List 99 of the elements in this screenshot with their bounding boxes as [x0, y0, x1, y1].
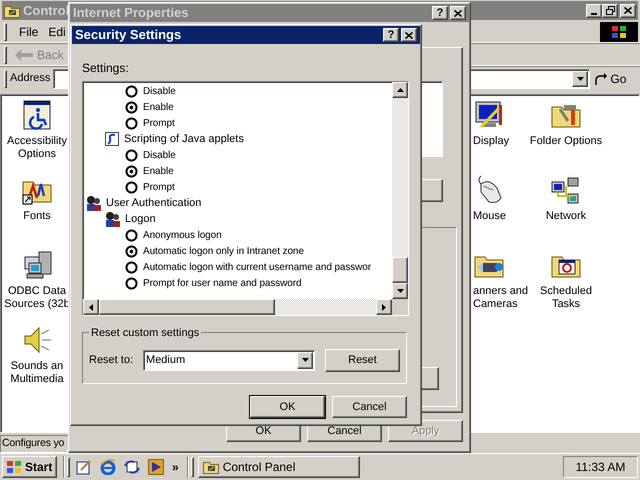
radio-button[interactable]	[125, 244, 138, 258]
status-text: Configures yo	[2, 436, 64, 452]
icon-label[interactable]: Network	[546, 210, 586, 223]
play-icon[interactable]	[148, 459, 164, 475]
down-arrow-icon	[302, 358, 309, 362]
dropdown-button[interactable]	[297, 352, 314, 368]
window-title: Security Settings	[75, 26, 182, 44]
up-arrow-icon	[396, 88, 404, 92]
down-arrow-icon	[396, 289, 404, 293]
radio-button[interactable]	[125, 84, 138, 98]
scroll-left-button[interactable]	[83, 299, 99, 315]
group-title: Reset custom settings	[89, 325, 202, 342]
icon-label[interactable]: anners and Cameras	[473, 285, 529, 311]
scrollbar-corner	[392, 299, 408, 315]
script-icon	[104, 131, 120, 147]
category-label: Scripting of Java applets	[124, 132, 244, 147]
settings-label: Settings:	[82, 60, 130, 77]
category-label: Logon	[125, 212, 156, 227]
option-label[interactable]: Prompt for user name and password	[143, 276, 302, 290]
help-button[interactable]: ?	[432, 6, 448, 20]
icon-label[interactable]: Sounds an Multimedia	[4, 360, 70, 386]
option-label[interactable]: Prompt	[143, 116, 175, 130]
start-button[interactable]: Start	[2, 456, 57, 478]
vertical-scrollbar[interactable]	[392, 82, 408, 299]
back-arrow-icon	[15, 48, 33, 60]
desktop-icon[interactable]	[76, 459, 92, 475]
scroll-up-button[interactable]	[392, 82, 408, 98]
reset-button[interactable]: Reset	[325, 348, 400, 372]
taskbar-button[interactable]: Control Panel	[198, 456, 360, 478]
curved-arrow-icon	[594, 72, 608, 86]
icon-label[interactable]: Scheduled Tasks	[526, 285, 606, 311]
folder-icon	[202, 460, 219, 474]
restore-button[interactable]	[602, 4, 618, 18]
radio-button[interactable]	[125, 228, 138, 242]
close-button[interactable]	[450, 6, 466, 20]
sync-icon[interactable]	[124, 459, 140, 475]
clock: 11:33 AM	[563, 456, 638, 478]
windows-flag-icon	[6, 460, 22, 474]
go-button[interactable]: Go	[594, 70, 626, 88]
person-icon	[85, 195, 102, 211]
minimize-icon	[591, 12, 597, 14]
folder-icon	[4, 4, 20, 18]
icon-label[interactable]: Fonts	[23, 210, 51, 223]
option-label[interactable]: Automatic logon only in Intranet zone	[143, 244, 304, 258]
option-label[interactable]: Enable	[143, 100, 174, 114]
radio-button[interactable]	[125, 276, 138, 290]
toolbar-grip[interactable]	[4, 70, 7, 88]
toolbar-grip[interactable]	[4, 22, 7, 40]
left-arrow-icon	[89, 304, 93, 310]
radio-button[interactable]	[125, 260, 138, 274]
radio-button[interactable]	[125, 148, 138, 162]
browser-icon[interactable]	[100, 459, 116, 475]
down-arrow-icon	[576, 76, 584, 80]
close-button[interactable]	[401, 28, 417, 42]
dropdown-button[interactable]	[572, 70, 588, 86]
dialog-button[interactable]: OK	[250, 396, 325, 418]
category-label: User Authentication	[106, 196, 202, 211]
address-label: Address	[10, 71, 50, 86]
icon-label[interactable]: Accessibility Options	[4, 135, 70, 161]
window-title: Control	[23, 2, 70, 20]
radio-button[interactable]	[125, 164, 138, 178]
level-select[interactable]: Medium	[143, 350, 316, 370]
more-button[interactable]: »	[172, 458, 179, 476]
horizontal-scrollbar[interactable]	[83, 299, 392, 315]
windows-logo	[600, 22, 638, 42]
close-button[interactable]	[620, 4, 636, 18]
scroll-thumb[interactable]	[392, 257, 408, 283]
restore-icon	[606, 6, 614, 15]
option-label[interactable]: Automatic logon with current username and passwor	[143, 260, 371, 274]
menu-item[interactable]: File	[19, 22, 38, 40]
help-button[interactable]: ?	[383, 28, 399, 42]
icon-label[interactable]: Display	[473, 135, 510, 148]
radio-button[interactable]	[125, 180, 138, 194]
window-title: Internet Properties	[73, 4, 189, 22]
dialog-button[interactable]: Cancel	[332, 396, 407, 418]
monitor-icon[interactable]	[473, 99, 505, 131]
option-label[interactable]: Prompt	[143, 180, 175, 194]
option-label[interactable]: Disable	[143, 148, 176, 162]
scroll-right-button[interactable]	[376, 299, 392, 315]
reset-label: Reset to:	[89, 352, 134, 368]
minimize-button[interactable]	[586, 4, 602, 18]
close-icon	[405, 32, 413, 38]
menu-item[interactable]: Edi	[48, 22, 66, 40]
close-icon	[624, 7, 632, 14]
option-label[interactable]: Enable	[143, 164, 174, 178]
radio-button[interactable]	[125, 116, 138, 130]
person-icon	[104, 211, 121, 227]
option-label[interactable]: Disable	[143, 84, 176, 98]
settings-tree[interactable]	[82, 81, 409, 316]
icon-label[interactable]: Folder Options	[530, 135, 602, 148]
close-icon	[454, 10, 462, 16]
right-arrow-icon	[382, 304, 386, 310]
option-label[interactable]: Anonymous logon	[143, 228, 222, 242]
icon-label[interactable]: Mouse	[473, 210, 506, 223]
toolbar-grip[interactable]	[4, 46, 7, 64]
radio-button[interactable]	[125, 100, 138, 114]
wheelchair-icon[interactable]	[21, 99, 53, 131]
scroll-thumb[interactable]	[99, 299, 275, 315]
scroll-down-button[interactable]	[392, 283, 408, 299]
